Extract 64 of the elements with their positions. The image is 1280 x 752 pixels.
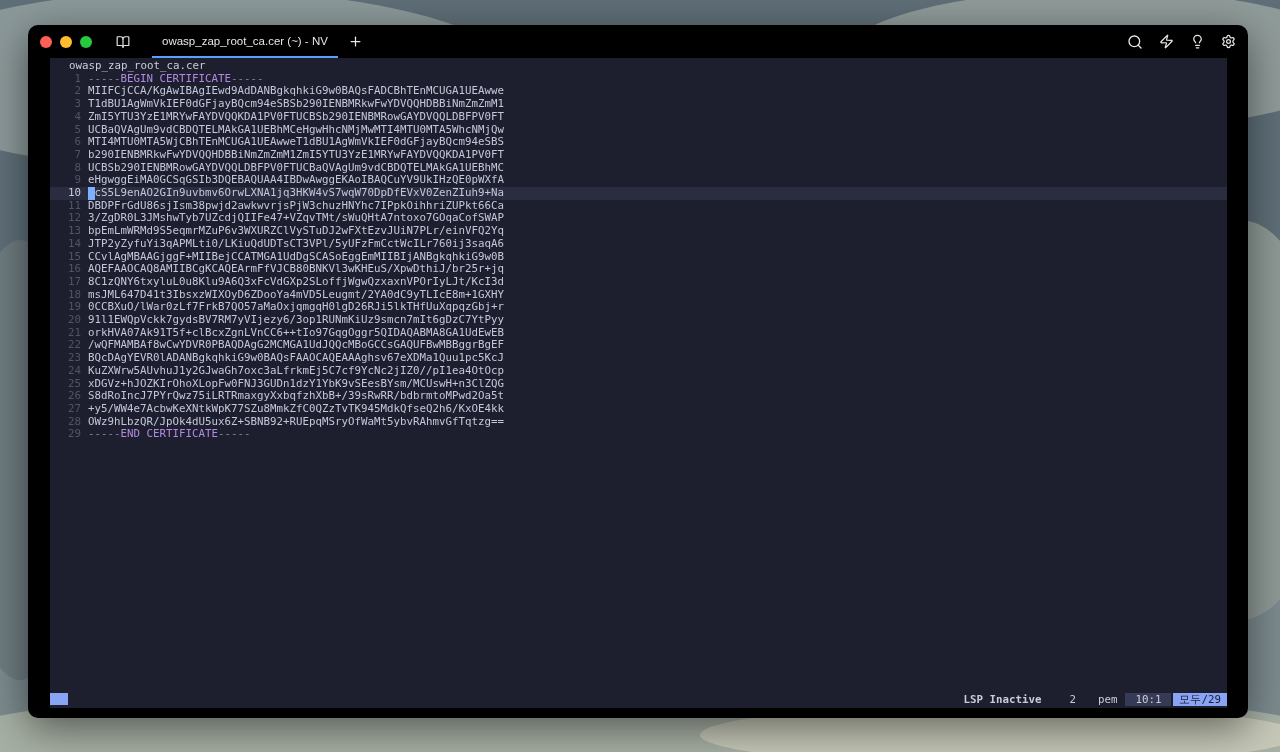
line-number: 18 [67, 288, 81, 302]
line-number: 1 [74, 72, 81, 86]
lsp-status: LSP Inactive [962, 692, 1043, 706]
line-number: 20 [67, 314, 81, 327]
line-number: 16 [67, 263, 81, 276]
code-line: -----END CERTIFICATE----- [88, 428, 251, 442]
count-label: 2 [1068, 692, 1077, 706]
line-number: 25 [67, 377, 81, 391]
code-line: MIIFCjCCA/KgAwIBAgIEwd9AdDANBgkqhkiG9w0BAQsFADCBhTEnMCUGA1UEAwwe [88, 85, 505, 99]
line-number: 13 [67, 225, 81, 238]
file-name: owasp_zap_root_ca.cer [68, 58, 206, 73]
line-number: 11 [67, 199, 81, 213]
code-line: AQEFAAOCAQ8AMIIBCgKCAQEArmFfVJCB80BNKVl3wKHEuS/XpwDthiJ/br25r+jq [88, 263, 505, 276]
line-number: 15 [67, 250, 81, 264]
line-number: 26 [67, 390, 81, 403]
code-line: BQcDAgYEVR0lADANBgkqhkiG9w0BAQsFAAOCAQEAAAghsv67eXDMa1Quu1pc5KcJ [88, 352, 505, 365]
file-type: pem [1096, 692, 1119, 706]
line-number: 17 [67, 275, 81, 289]
code-line: xDGVz+hJOZKIrOhoXLopFw0FNJ3GUDn1dzY1YbK9vSEesBYsm/MCUswH+n3ClZQG [88, 377, 505, 391]
code-line: UCBSb290IENBMRowGAYDVQQLDBFPV0FTUCBaQVAgUm9vdCBDQTELMAkGA1UEBhMC [88, 161, 505, 175]
code-line: /wQFMAMBAf8wCwYDVR0PBAQDAgG2MCMGA1UdJQQcMBoGCCsGAQUFBwMBBggrBgEF [88, 339, 505, 353]
code-line: msJML647D41t3IbsxzWIXOyD6ZDooYa4mVD5Leugmt/2YA0dC9yTLIcE8m+1GXHY [88, 288, 505, 302]
code-line: S8dRoIncJ7PYrQwz75iLRTRmaxgyXxbqfzhXbB+/39sRwRR/bdbrmtoMPwd2Oa5t [88, 390, 505, 403]
line-number: 10 [67, 187, 81, 200]
line-number: 22 [67, 339, 81, 353]
line-number: 9 [73, 174, 81, 187]
code-line: T1dBU1AgWmVkIEF0dGFjayBQcm94eSBSb290IENBMRkwFwYDVQQHDBBiNmZmZmM1 [88, 98, 505, 111]
code-line: MTI4MTU0MTA5WjCBhTEnMCUGA1UEAwweT1dBU1AgWmVkIEF0dGFjayBQcm94eSBS [88, 136, 505, 149]
code-line: OWz9hLbzQR/JpOk4dU5ux6Z+SBNB92+RUEpqMSryOfWaMt5ybvRAhmvGfTqtzg== [88, 415, 505, 429]
line-number: 4 [73, 110, 81, 124]
code-line: CCvlAgMBAAGjggF+MIIBejCCATMGA1UdDgSCASoEggEmMIIBIjANBgkqhkiG9w0B [88, 250, 505, 264]
code-line: -----BEGIN CERTIFICATE----- [88, 72, 264, 86]
line-number: 27 [67, 402, 81, 416]
line-number: 12 [67, 212, 81, 226]
code-line: KuZXWrw5AUvhuJ1y2GJwaGh7oxc3aLfrkmEj5C7cf9YcNc2jIZ0//pI1ea4OtOcp [88, 364, 505, 378]
line-number: 2 [73, 85, 81, 99]
code-line: 91l1EWQpVckk7gydsBV7RM7yVIjezy6/3op1RUNmKiUz9smcn7mIt6gDzC7YtPyy [88, 314, 505, 327]
line-number: 3 [73, 98, 81, 111]
code-line: bpEmLmWRMd9S5eqmrMZuP6v3WXURZClVySTuDJ2wFXtEzvJUiN7PLr/einVFQ2Yq [88, 225, 505, 238]
code-line: b290IENBMRkwFwYDVQQHDBBiNmZmZmM1ZmI5YTU3YzE1MRYwFAYDVQQKDA1PV0FT [88, 148, 505, 162]
cursor-position: 10:1 [1125, 692, 1172, 706]
line-number: 8 [73, 161, 81, 175]
progress-label: 모두/29 [1173, 692, 1227, 706]
code-line: orkHVA07Ak91T5f+clBcxZgnLVnCC6++tIo97GqgOggr5QIDAQABMA8GA1UdEwEB [88, 326, 505, 340]
line-number: 6 [73, 136, 81, 149]
code-line: +y5/WW4e7AcbwKeXNtkWpK77SZu8MmkZfC0QZzTvTK945MdkQfseQ2h6/KxOE4kk [88, 402, 505, 416]
line-number: 29 [67, 428, 81, 442]
line-number: 23 [67, 352, 81, 365]
code-line: cS5L9enAO2GIn9uvbmv6OrwLXNA1jq3HKW4vS7wqW70DpDfEVxV0ZenZIuh9+Na [94, 187, 505, 200]
line-number: 14 [67, 237, 81, 251]
code-line: ZmI5YTU3YzE1MRYwFAYDVQQKDA1PV0FTUCBSb290IENBMRowGAYDVQQLDBFPV0FT [88, 110, 505, 124]
line-number: 19 [67, 301, 81, 315]
line-number: 7 [73, 148, 81, 162]
line-number: 28 [67, 415, 81, 429]
code-line: 0CCBXuO/lWar0zLf7FrkB7QO57aMaOxjqmgqH0lgD26RJi5lkTHfUuXqpqzGbj+r [88, 301, 505, 315]
code-line: JTP2yZyfuYi3qAPMLti0/LKiuQdUDTsCT3VPl/5yUFzFmCctWcILr760ij3saqA6 [88, 237, 505, 251]
code-line: 8C1zQNY6txyluL0u8Klu9A6Q3xFcVdGXp2SLoffjWgwQzxaxnVPOrIyLJt/KcI3d [88, 275, 505, 289]
code-line: eHgwggEiMA0GCSqGSIb3DQEBAQUAA4IBDwAwggEKAoIBAQCuYV9UkIHzQE0pWXfA [88, 174, 505, 187]
code-line: 3/ZgDR0L3JMshwTyb7UZcdjQIIFe47+VZqvTMt/sWuQHtA7ntoxo7GOqaCofSWAP [88, 212, 505, 226]
line-number: 24 [67, 364, 81, 378]
line-number: 21 [67, 326, 81, 340]
line-number: 5 [73, 123, 81, 137]
code-line: UCBaQVAgUm9vdCBDQTELMAkGA1UEBhMCeHgwHhcNMjMwMTI4MTU0MTA5WhcNMjQw [88, 123, 505, 137]
code-line: DBDPFrGdU86sjIsm38pwjd2awkwvrjsPjW3chuzHNYhc7IPpkOihhriZUPkt66Ca [88, 199, 505, 213]
